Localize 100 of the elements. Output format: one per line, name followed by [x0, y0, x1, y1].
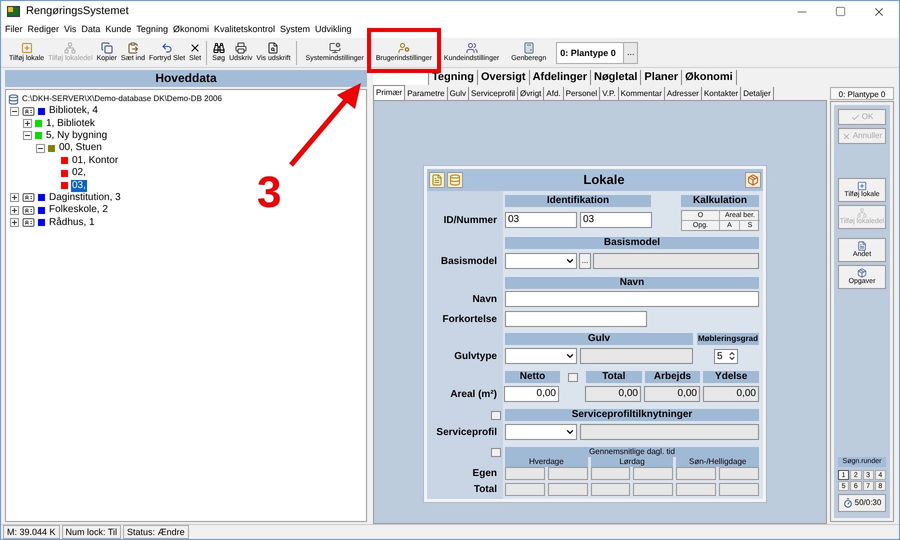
collapse-button[interactable] — [491, 410, 501, 420]
tree-item[interactable]: 1, Bibliotek — [45, 118, 96, 130]
section-header: Ydelse — [703, 371, 760, 383]
tree-item[interactable]: 00, Stuen — [58, 142, 103, 154]
field-label: Areal (m²) — [449, 388, 498, 402]
tree-item[interactable]: 5, Ny bygning — [45, 130, 108, 142]
readonly-field[interactable] — [633, 467, 674, 480]
readonly-field[interactable] — [590, 467, 630, 480]
card-icon — [22, 191, 35, 204]
section-header: Gennemsnitlige dagl. tid — [505, 447, 759, 457]
tree-item[interactable]: Daginstitution, 3 — [48, 192, 122, 204]
binoculars-icon — [212, 42, 225, 54]
package-icon[interactable] — [745, 172, 761, 188]
field-label: Total — [472, 483, 498, 497]
menu-item[interactable]: Data — [81, 23, 100, 37]
close-icon — [842, 132, 851, 140]
copy-icon — [100, 42, 113, 54]
readonly-field[interactable] — [580, 348, 693, 364]
readonly-field[interactable] — [593, 253, 759, 269]
check-icon — [850, 112, 860, 122]
section-header: Møbleringsgrad — [697, 333, 759, 345]
dropdown[interactable] — [505, 348, 577, 364]
input-field[interactable] — [505, 311, 647, 327]
tree-item[interactable]: Folkeskole, 2 — [48, 204, 109, 216]
tree-item[interactable]: Bibliotek, 4 — [48, 105, 99, 118]
step-number: 3 — [257, 171, 282, 215]
section-header: Gulv — [505, 333, 693, 345]
readonly-field[interactable] — [505, 483, 545, 496]
menu-item[interactable]: Tegning — [136, 23, 168, 37]
tree-item[interactable]: 02, — [71, 167, 87, 180]
collapse-toggle-icon[interactable] — [23, 131, 32, 140]
readonly-field[interactable] — [548, 467, 588, 480]
menu-item[interactable]: Rediger — [28, 23, 60, 37]
dropdown[interactable] — [505, 253, 577, 269]
document-icon — [857, 241, 867, 251]
square-plus-icon — [20, 42, 33, 54]
readonly-field[interactable] — [676, 483, 716, 496]
menu-item[interactable]: Vis — [64, 23, 76, 37]
readonly-field[interactable] — [719, 467, 759, 480]
tree-item[interactable]: 03, — [71, 180, 87, 192]
menu-item[interactable]: Kvalitetskontrol — [214, 23, 275, 37]
status-field: Status: Ændre — [123, 525, 189, 539]
column-header: Søn-/Helligdage — [676, 457, 760, 467]
folder-icon[interactable] — [429, 172, 445, 188]
collapse-button[interactable] — [491, 448, 501, 456]
expand-toggle-icon[interactable] — [10, 193, 19, 202]
expand-toggle-icon[interactable] — [10, 206, 19, 215]
tab[interactable]: Primær — [373, 85, 406, 100]
field-label: ID/Nummer — [442, 214, 498, 228]
tab[interactable]: Tegning — [429, 70, 478, 85]
stopwatch-icon — [842, 498, 853, 508]
input-field[interactable]: 0,00 — [703, 386, 759, 402]
input-field[interactable] — [505, 291, 759, 307]
input-field[interactable]: 03 — [505, 212, 577, 228]
form-title: Lokale — [582, 171, 626, 190]
readonly-field[interactable] — [590, 483, 630, 496]
collapse-button[interactable] — [568, 372, 578, 382]
section-header: Navn — [505, 277, 759, 289]
field-label: Gulvtype — [453, 350, 498, 364]
tree-root[interactable]: C:\DKH-SERVER\X\Demo-database DK\Demo-DB 2006 — [22, 93, 222, 105]
input-field[interactable]: 03 — [580, 212, 652, 228]
database-icon[interactable] — [447, 172, 463, 188]
menu-item[interactable]: Økonomi — [172, 23, 209, 37]
expand-toggle-icon[interactable] — [23, 119, 32, 128]
users-icon — [466, 42, 478, 54]
spinner-arrows-icon[interactable] — [727, 351, 737, 361]
tree-item[interactable]: Rådhus, 1 — [48, 216, 96, 229]
input-field[interactable]: 0,00 — [585, 386, 641, 402]
tab[interactable]: Afdelinger — [530, 70, 592, 85]
menu-item[interactable]: System — [280, 23, 310, 37]
menu-item[interactable]: Udvikling — [315, 23, 352, 37]
input-field[interactable]: 0,00 — [504, 386, 559, 402]
readonly-field[interactable] — [719, 483, 759, 496]
readonly-field[interactable] — [633, 483, 674, 496]
timer-button[interactable]: 50/0:30 — [838, 494, 886, 512]
collapse-toggle-icon[interactable] — [36, 144, 45, 153]
readonly-field[interactable] — [580, 424, 759, 440]
tree-item[interactable]: 01, Kontor — [71, 154, 120, 167]
menu-item[interactable]: Filer — [5, 23, 22, 37]
network-icon — [64, 42, 76, 54]
maximize-icon[interactable] — [835, 6, 846, 17]
undo-icon — [161, 42, 174, 54]
menu-item[interactable]: Kunde — [105, 23, 132, 37]
panel-header: Hoveddata — [5, 70, 367, 87]
monitor-gear-icon — [328, 42, 341, 54]
card-icon — [22, 104, 35, 118]
dropdown[interactable] — [505, 424, 577, 440]
input-field[interactable]: 0,00 — [644, 386, 700, 402]
browse-button[interactable]: ... — [579, 253, 591, 269]
readonly-field[interactable] — [676, 467, 716, 480]
spinner-field[interactable]: 5 — [714, 348, 738, 364]
section-header: Netto — [505, 371, 560, 383]
readonly-field[interactable] — [548, 483, 588, 496]
collapse-toggle-icon[interactable] — [10, 106, 19, 116]
column-header: Hverdage — [505, 457, 588, 467]
expand-toggle-icon[interactable] — [10, 218, 19, 228]
user-gear-icon — [398, 42, 410, 54]
field-label: Egen — [472, 467, 498, 481]
field-label: Basismodel — [440, 254, 498, 268]
readonly-field[interactable] — [505, 467, 545, 480]
